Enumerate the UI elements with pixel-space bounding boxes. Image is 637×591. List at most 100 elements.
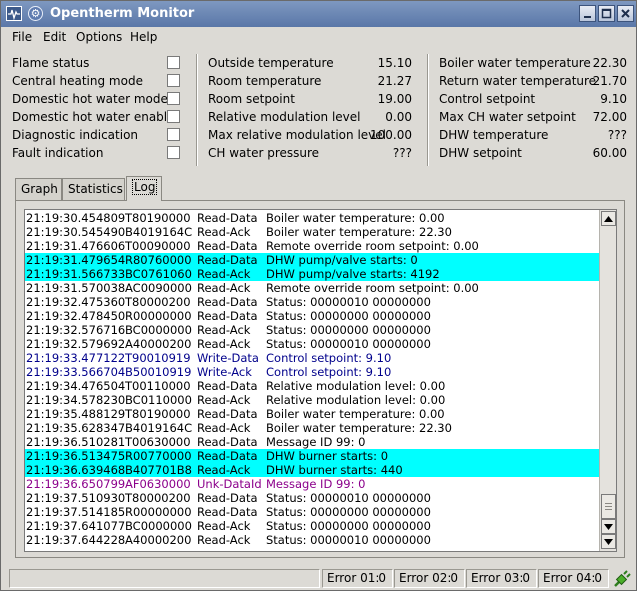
log-time: 21:19:36.650799 <box>26 477 126 491</box>
reading-label: Room temperature <box>208 74 322 88</box>
log-msg: Remote override room setpoint: 0.00 <box>266 281 479 295</box>
log-line[interactable]: 21:19:32.576716 BC0000000 Read-Ack Status: … <box>25 323 601 337</box>
log-type: Read-Data <box>197 309 258 323</box>
log-code: T80190000 <box>125 407 191 421</box>
menu-edit[interactable]: Edit <box>43 30 66 44</box>
scroll-down-button[interactable] <box>601 519 616 534</box>
log-line[interactable]: 21:19:31.479654 R80760000 Read-Data DHW pum… <box>25 253 601 267</box>
log-msg: Boiler water temperature: 0.00 <box>266 211 445 225</box>
flag-checkbox[interactable] <box>167 92 180 105</box>
log-line[interactable]: 21:19:36.650799 AF0630000 Unk-DataId Messag… <box>25 477 601 491</box>
log-time: 21:19:31.476606 <box>26 239 126 253</box>
log-type: Read-Ack <box>197 519 251 533</box>
boiler-reading-row: Max CH water setpoint 72.00 <box>439 108 627 126</box>
minimize-button[interactable] <box>579 5 596 22</box>
log-line[interactable]: 21:19:31.476606 T00090000 Read-Data Remote … <box>25 239 601 253</box>
boiler-reading-value: ??? <box>607 128 627 142</box>
log-time: 21:19:32.475360 <box>26 295 126 309</box>
log-type: Read-Ack <box>197 533 251 547</box>
flag-checkbox[interactable] <box>167 110 180 123</box>
boiler-reading-row: Control setpoint 9.10 <box>439 90 627 108</box>
log-line[interactable]: 21:19:30.454809 T80190000 Read-Data Boiler … <box>25 211 601 225</box>
log-time: 21:19:34.578230 <box>26 393 126 407</box>
monitor-icon[interactable] <box>6 6 22 21</box>
boiler-reading-value: 9.10 <box>600 92 627 106</box>
log-type: Unk-DataId <box>197 477 262 491</box>
log-type: Read-Data <box>197 407 258 421</box>
log-line[interactable]: 21:19:31.566733 BC0761060 Read-Ack DHW pump… <box>25 267 601 281</box>
log-line[interactable]: 21:19:34.578230 BC0110000 Read-Ack Relative… <box>25 393 601 407</box>
log-msg: Control setpoint: 9.10 <box>266 365 392 379</box>
log-type: Read-Data <box>197 239 258 253</box>
log-line[interactable]: 21:19:32.579692 A40000200 Read-Ack Status: … <box>25 337 601 351</box>
error-02-counter: Error 02: 0 <box>394 569 465 588</box>
log-line[interactable]: 21:19:30.545490 B4019164C Read-Ack Boiler w… <box>25 225 601 239</box>
log-code: BC0000000 <box>125 519 192 533</box>
log-code: BC0110000 <box>125 393 192 407</box>
log-time: 21:19:35.488129 <box>26 407 126 421</box>
reading-value: 19.00 <box>377 92 412 106</box>
scroll-thumb[interactable] <box>601 494 616 519</box>
log-line[interactable]: 21:19:32.475360 T80000200 Read-Data Status:… <box>25 295 601 309</box>
flag-checkbox[interactable] <box>167 128 180 141</box>
flag-label: Diagnostic indication <box>12 128 139 142</box>
log-time: 21:19:37.644228 <box>26 533 126 547</box>
tab-statistics[interactable]: Statistics <box>62 178 125 200</box>
log-type: Read-Ack <box>197 281 251 295</box>
log-time: 21:19:31.479654 <box>26 253 126 267</box>
log-msg: Status: 00000000 00000000 <box>266 519 431 533</box>
close-button[interactable] <box>617 5 634 22</box>
flag-label: Fault indication <box>12 146 104 160</box>
reading-value: 21.27 <box>377 74 412 88</box>
menu-options[interactable]: Options <box>76 30 122 44</box>
log-line[interactable]: 21:19:36.513475 R00770000 Read-Data DHW bur… <box>25 449 601 463</box>
status-message <box>9 569 320 588</box>
log-code: T80000200 <box>125 295 191 309</box>
reading-value: 15.10 <box>377 56 412 70</box>
reading-value: 100.00 <box>370 128 412 142</box>
log-msg: Status: 00000010 00000000 <box>266 295 431 309</box>
log-type: Read-Ack <box>197 421 251 435</box>
log-line[interactable]: 21:19:37.514185 R00000000 Read-Data Status:… <box>25 505 601 519</box>
log-line[interactable]: 21:19:37.641077 BC0000000 Read-Ack Status: … <box>25 519 601 533</box>
log-time: 21:19:32.478450 <box>26 309 126 323</box>
flag-label: Flame status <box>12 56 90 70</box>
log-line[interactable]: 21:19:31.570038 AC0090000 Read-Ack Remote o… <box>25 281 601 295</box>
maximize-button[interactable] <box>598 5 615 22</box>
log-line[interactable]: 21:19:36.510281 T00630000 Read-Data Message… <box>25 435 601 449</box>
log-line[interactable]: 21:19:33.477122 T90010919 Write-Data Contro… <box>25 351 601 365</box>
boiler-reading-label: Boiler water temperature <box>439 56 591 70</box>
reading-label: Relative modulation level <box>208 110 361 124</box>
log-time: 21:19:30.454809 <box>26 211 126 225</box>
flag-checkbox[interactable] <box>167 56 180 69</box>
log-line[interactable]: 21:19:36.639468 B407701B8 Read-Ack DHW burn… <box>25 463 601 477</box>
error-04-counter: Error 04: 0 <box>538 569 609 588</box>
log-code: B4019164C <box>125 421 193 435</box>
window-menu-icon[interactable]: ⚙ <box>28 6 43 21</box>
scroll-up-button[interactable] <box>601 211 616 226</box>
reading-value: 0.00 <box>385 110 412 124</box>
vertical-scrollbar[interactable] <box>599 210 616 551</box>
log-code: T00110000 <box>125 379 191 393</box>
log-line[interactable]: 21:19:37.644228 A40000200 Read-Ack Status: … <box>25 533 601 547</box>
menu-file[interactable]: File <box>12 30 32 44</box>
log-line[interactable]: 21:19:35.488129 T80190000 Read-Data Boiler … <box>25 407 601 421</box>
boiler-reading-value: 60.00 <box>592 146 627 160</box>
log-line[interactable]: 21:19:37.510930 T80000200 Read-Data Status:… <box>25 491 601 505</box>
tab-graph[interactable]: Graph <box>15 178 62 200</box>
flag-checkbox[interactable] <box>167 74 180 87</box>
scroll-down-button[interactable] <box>601 534 616 549</box>
log-view[interactable]: 21:19:30.454809 T80190000 Read-Data Boiler … <box>24 209 617 552</box>
log-code: BC0000000 <box>125 323 192 337</box>
log-line[interactable]: 21:19:32.478450 R00000000 Read-Data Status:… <box>25 309 601 323</box>
log-type: Read-Data <box>197 491 258 505</box>
menu-help[interactable]: Help <box>130 30 157 44</box>
log-code: T90010919 <box>125 351 191 365</box>
flag-checkbox[interactable] <box>167 146 180 159</box>
tab-log[interactable]: Log <box>126 176 162 201</box>
log-line[interactable]: 21:19:33.566704 B50010919 Write-Ack Control… <box>25 365 601 379</box>
title-bar[interactable]: ⚙ Opentherm Monitor <box>1 1 636 27</box>
log-line[interactable]: 21:19:34.476504 T00110000 Read-Data Relativ… <box>25 379 601 393</box>
log-time: 21:19:31.566733 <box>26 267 126 281</box>
log-line[interactable]: 21:19:35.628347 B4019164C Read-Ack Boiler w… <box>25 421 601 435</box>
